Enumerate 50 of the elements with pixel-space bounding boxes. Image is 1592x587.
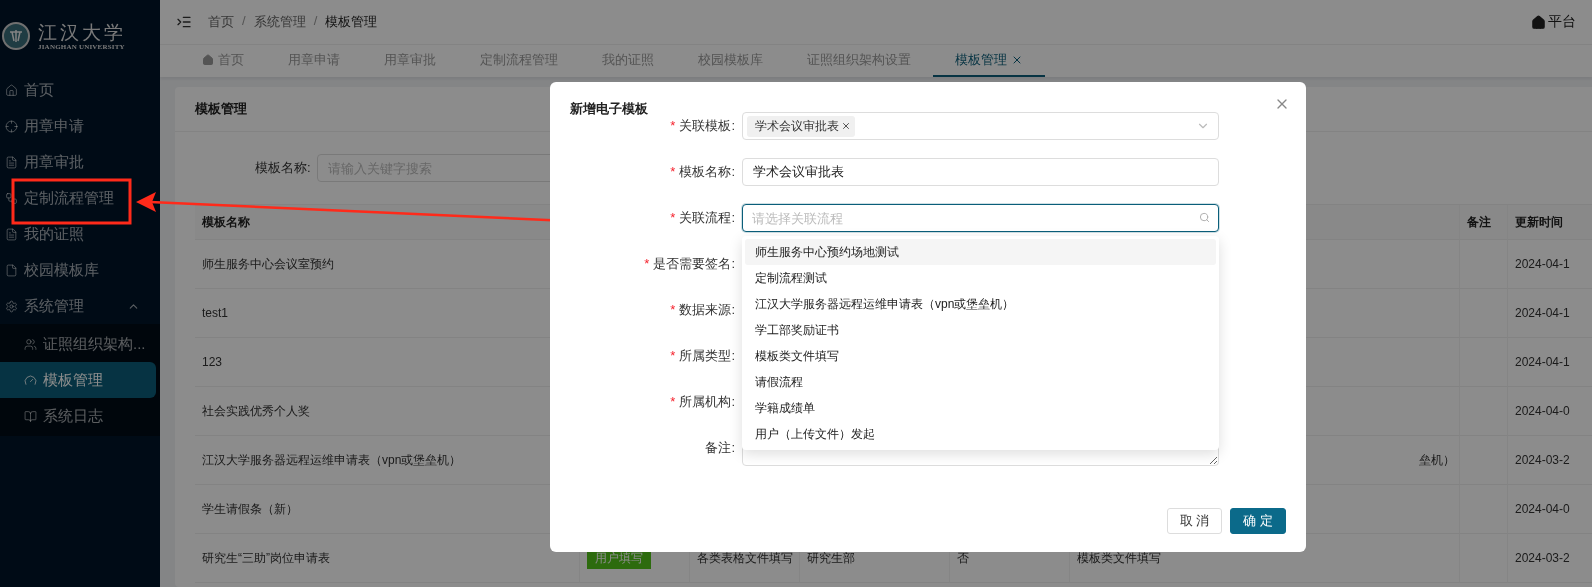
close-icon[interactable]	[1011, 54, 1023, 66]
search-icon	[1199, 212, 1210, 223]
menu-item[interactable]: 系统日志	[0, 398, 160, 434]
breadcrumb-separator: /	[313, 13, 318, 30]
logo-text: 江汉大学	[38, 21, 126, 43]
search-field[interactable]: 请选择关联流程	[742, 204, 1219, 232]
menu-toggle-icon[interactable]	[176, 14, 192, 30]
menu-item[interactable]: 模板管理	[0, 362, 156, 398]
cancel-button[interactable]: 取 消	[1166, 508, 1223, 534]
field-label: 备注:	[704, 439, 736, 457]
menu-item[interactable]: 定制流程管理	[0, 180, 160, 216]
menu-item[interactable]: 校园模板库	[0, 252, 160, 288]
field-label: * 关联流程:	[669, 209, 736, 227]
tab[interactable]: 模板管理	[933, 45, 1045, 77]
search-label: 模板名称:	[255, 159, 311, 177]
tag: 学术会议审批表	[747, 115, 855, 137]
field-label: * 所属机构:	[669, 393, 736, 411]
menu-item[interactable]: 用章申请	[0, 108, 160, 144]
table-cell: 2024-04-0	[1508, 387, 1592, 436]
field-label: * 模板名称:	[669, 163, 736, 181]
column-header: 备注	[1460, 205, 1508, 240]
table-cell: 2024-04-1	[1508, 240, 1592, 289]
dialog-title: 新增电子模板	[570, 100, 648, 116]
field-label: * 关联模板:	[669, 117, 736, 135]
menu-item[interactable]: 首页	[0, 72, 160, 108]
table-cell: 2024-04-1	[1508, 338, 1592, 387]
gauge-icon	[24, 373, 37, 387]
platform-link[interactable]: 平台	[1531, 13, 1576, 31]
menu-item[interactable]: 用章审批	[0, 144, 160, 180]
home-icon	[1531, 14, 1546, 30]
menu-item[interactable]: 系统管理	[0, 288, 160, 324]
breadcrumb-item[interactable]: 系统管理	[253, 13, 306, 31]
breadcrumb-item[interactable]: 首页	[208, 13, 234, 31]
input-field[interactable]: 学术会议审批表	[742, 158, 1219, 186]
table-cell: 2024-04-0	[1508, 485, 1592, 534]
field-label: * 所属类型:	[669, 347, 736, 365]
dropdown-option[interactable]: 师生服务中心预约场地测试	[745, 239, 1216, 265]
menu-item[interactable]: 我的证照	[0, 216, 160, 252]
field-label: * 数据来源:	[669, 301, 736, 319]
field-label: * 是否需要签名:	[643, 255, 736, 273]
confirm-button[interactable]: 确 定	[1230, 508, 1286, 534]
table-cell: 2024-03-2	[1508, 436, 1592, 485]
university-emblem-icon	[2, 22, 30, 50]
table-cell: 2024-03-2	[1508, 534, 1592, 583]
select-field[interactable]: 学术会议审批表	[742, 112, 1219, 140]
table-cell: 2024-04-1	[1508, 289, 1592, 338]
breadcrumb-separator: /	[242, 13, 246, 30]
menu-item[interactable]: 证照组织架构...	[0, 326, 160, 362]
breadcrumb-item[interactable]: 模板管理	[325, 13, 378, 31]
close-icon[interactable]	[841, 121, 851, 131]
